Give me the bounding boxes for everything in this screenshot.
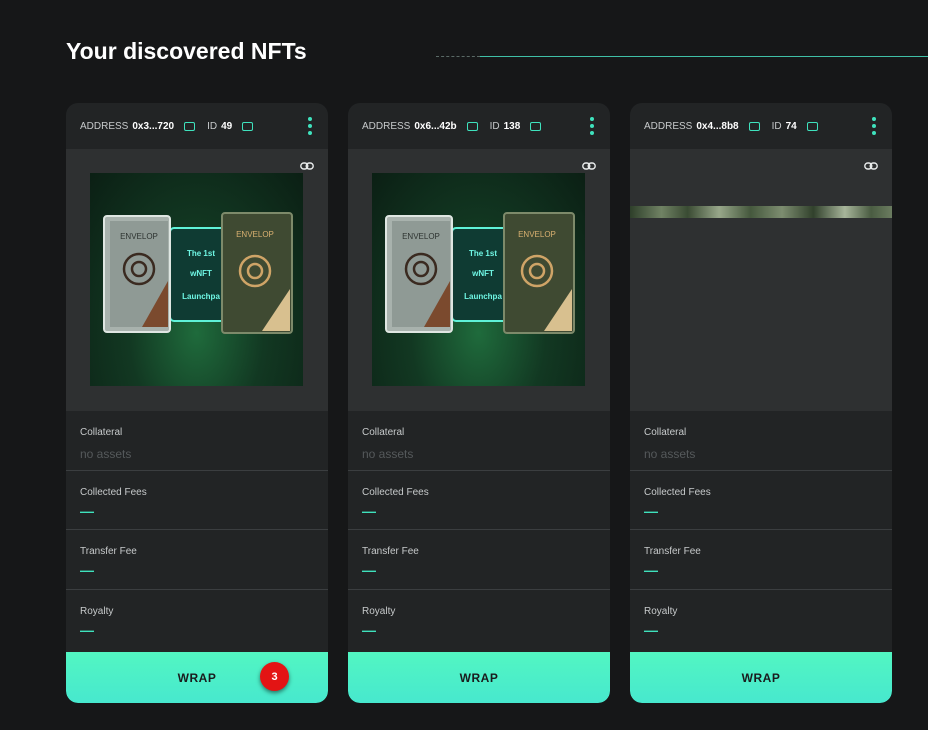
royalty-value: — bbox=[80, 621, 94, 638]
copy-address-icon[interactable] bbox=[184, 121, 196, 131]
id-value: 49 bbox=[221, 120, 233, 132]
collateral-field: Collateral no assets bbox=[630, 411, 892, 471]
more-options-icon[interactable] bbox=[872, 117, 876, 135]
royalty-value: — bbox=[644, 621, 658, 638]
royalty-field: Royalty — bbox=[630, 590, 892, 649]
id-value: 138 bbox=[503, 120, 521, 132]
royalty-label: Royalty bbox=[362, 605, 396, 617]
collected-fees-value: — bbox=[362, 502, 376, 519]
notification-badge: 3 bbox=[260, 662, 289, 691]
collateral-field: Collateral no assets bbox=[348, 411, 610, 471]
artwork-left-plate-text: ENVELOP bbox=[120, 232, 158, 241]
link-icon[interactable] bbox=[300, 161, 314, 171]
address-value: 0x4...8b8 bbox=[696, 120, 739, 132]
wrap-button[interactable]: WRAP bbox=[348, 652, 610, 703]
copy-address-icon[interactable] bbox=[466, 121, 478, 131]
more-options-icon[interactable] bbox=[590, 117, 594, 135]
collected-fees-field: Collected Fees — bbox=[630, 471, 892, 530]
nft-artwork: The 1st wNFT Launchpa ENVELOP ENVELOP bbox=[385, 212, 575, 334]
artwork-left-plate-text: ENVELOP bbox=[402, 232, 440, 241]
link-icon[interactable] bbox=[864, 161, 878, 171]
collateral-label: Collateral bbox=[362, 427, 405, 438]
nft-card: ADDRESS 0x4...8b8 ID 74 Collateral no as… bbox=[630, 103, 892, 703]
card-header: ADDRESS 0x6...42b ID 138 bbox=[348, 103, 610, 149]
link-icon[interactable] bbox=[582, 161, 596, 171]
copy-address-icon[interactable] bbox=[748, 121, 760, 131]
id-label: ID bbox=[207, 120, 218, 132]
transfer-fee-value: — bbox=[644, 562, 658, 578]
royalty-label: Royalty bbox=[80, 605, 114, 617]
transfer-fee-field: Transfer Fee — bbox=[630, 530, 892, 590]
transfer-fee-field: Transfer Fee — bbox=[348, 530, 610, 590]
collateral-label: Collateral bbox=[644, 427, 687, 438]
more-options-icon[interactable] bbox=[308, 117, 312, 135]
card-header: ADDRESS 0x4...8b8 ID 74 bbox=[630, 103, 892, 149]
wrap-button[interactable]: WRAP bbox=[630, 652, 892, 703]
royalty-value: — bbox=[362, 621, 376, 638]
artwork-screen-line-3: Launchpa bbox=[182, 292, 220, 301]
copy-id-icon[interactable] bbox=[806, 121, 818, 131]
title-divider-dashed bbox=[436, 56, 480, 57]
nft-card: ADDRESS 0x3...720 ID 49 The 1st wNFT Lau… bbox=[66, 103, 328, 703]
nft-card: ADDRESS 0x6...42b ID 138 The 1st wNFT La… bbox=[348, 103, 610, 703]
transfer-fee-label: Transfer Fee bbox=[362, 546, 419, 557]
collected-fees-label: Collected Fees bbox=[644, 486, 711, 498]
artwork-screen-line-3: Launchpa bbox=[464, 292, 502, 301]
artwork-screen-line-2: wNFT bbox=[189, 269, 212, 278]
collateral-label: Collateral bbox=[80, 427, 123, 438]
collected-fees-field: Collected Fees — bbox=[348, 471, 610, 530]
artwork-screen-line-2: wNFT bbox=[471, 269, 494, 278]
collateral-value: no assets bbox=[80, 447, 132, 461]
address-label: ADDRESS bbox=[644, 120, 693, 132]
transfer-fee-field: Transfer Fee — bbox=[66, 530, 328, 590]
artwork-right-plate-text: ENVELOP bbox=[236, 230, 274, 239]
copy-id-icon[interactable] bbox=[242, 121, 254, 131]
nft-image[interactable]: The 1st wNFT Launchpa ENVELOP ENVELOP bbox=[372, 173, 585, 386]
collected-fees-label: Collected Fees bbox=[362, 486, 429, 498]
artwork-screen-line-1: The 1st bbox=[187, 249, 215, 258]
royalty-label: Royalty bbox=[644, 605, 678, 617]
collected-fees-value: — bbox=[80, 502, 94, 519]
collateral-value: no assets bbox=[362, 447, 414, 461]
address-label: ADDRESS bbox=[362, 120, 411, 132]
copy-id-icon[interactable] bbox=[530, 121, 542, 131]
nft-media: The 1st wNFT Launchpa ENVELOP ENVELOP bbox=[66, 149, 328, 411]
card-header: ADDRESS 0x3...720 ID 49 bbox=[66, 103, 328, 149]
card-fields: Collateral no assets Collected Fees — Tr… bbox=[66, 411, 328, 648]
transfer-fee-label: Transfer Fee bbox=[644, 546, 701, 557]
id-label: ID bbox=[489, 120, 500, 132]
address-label: ADDRESS bbox=[80, 120, 129, 132]
collected-fees-value: — bbox=[644, 502, 658, 519]
transfer-fee-value: — bbox=[80, 562, 94, 578]
royalty-field: Royalty — bbox=[66, 590, 328, 649]
nft-media bbox=[630, 149, 892, 411]
id-label: ID bbox=[771, 120, 782, 132]
page-title: Your discovered NFTs bbox=[66, 38, 307, 64]
collateral-value: no assets bbox=[644, 447, 696, 461]
card-fields: Collateral no assets Collected Fees — Tr… bbox=[630, 411, 892, 648]
artwork-right-plate-text: ENVELOP bbox=[518, 230, 556, 239]
address-value: 0x3...720 bbox=[132, 120, 175, 132]
id-value: 74 bbox=[785, 120, 797, 132]
nft-media: The 1st wNFT Launchpa ENVELOP ENVELOP bbox=[348, 149, 610, 411]
royalty-field: Royalty — bbox=[348, 590, 610, 649]
transfer-fee-value: — bbox=[362, 562, 376, 578]
nft-artwork: The 1st wNFT Launchpa ENVELOP ENVELOP bbox=[103, 212, 293, 334]
collected-fees-label: Collected Fees bbox=[80, 486, 147, 498]
title-divider bbox=[480, 56, 928, 57]
transfer-fee-label: Transfer Fee bbox=[80, 546, 137, 557]
nft-image[interactable]: The 1st wNFT Launchpa ENVELOP ENVELOP bbox=[90, 173, 303, 386]
address-value: 0x6...42b bbox=[414, 120, 457, 132]
card-fields: Collateral no assets Collected Fees — Tr… bbox=[348, 411, 610, 648]
collateral-field: Collateral no assets bbox=[66, 411, 328, 471]
collected-fees-field: Collected Fees — bbox=[66, 471, 328, 530]
broken-image-strip bbox=[630, 206, 892, 218]
artwork-screen-line-1: The 1st bbox=[469, 249, 497, 258]
